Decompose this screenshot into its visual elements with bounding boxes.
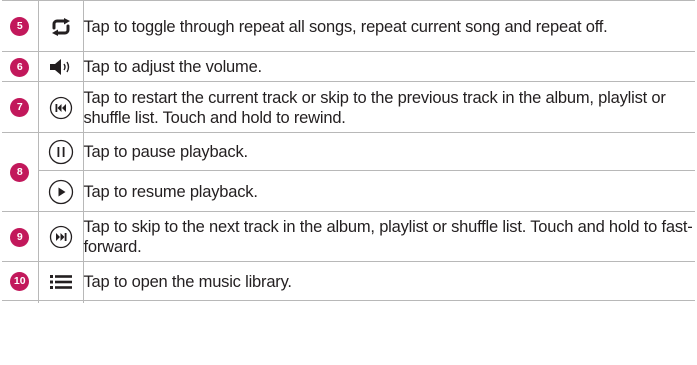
pause-icon: [48, 139, 74, 165]
table-row-pause: 8 Tap to pause playback.: [2, 134, 695, 182]
row-description: Tap to pause playback.: [83, 143, 249, 162]
row-number-badge: 10: [10, 272, 30, 292]
table-row-next: 9 Tap to skip to the next track in the a…: [2, 213, 695, 262]
table-row-volume: 6 Tap to adjust the volume.: [2, 53, 695, 82]
row-description: Tap to open the music library.: [83, 272, 293, 291]
row-number-badge: 9: [10, 227, 30, 247]
next-track-icon: [49, 225, 73, 249]
play-icon: [48, 179, 74, 205]
row-number-badge: 6: [10, 57, 30, 77]
table-row-play: Tap to resume playback.: [2, 173, 695, 211]
row-description: Tap to toggle through repeat all songs, …: [83, 17, 608, 36]
table-row-repeat: 5 Tap to toggle through repeat all songs…: [2, 3, 695, 51]
row-number-badge: 8: [10, 163, 30, 182]
row-number-badge: 5: [10, 17, 30, 37]
previous-track-icon: [49, 96, 73, 120]
row-number-badge: 7: [10, 98, 30, 118]
table-row-previous: 7 Tap to restart the current track or sk…: [2, 84, 695, 132]
volume-icon: [49, 59, 73, 76]
music-controls-table: 5 Tap to toggle through repeat all songs…: [2, 0, 695, 303]
row-description: Tap to skip to the next track in the alb…: [83, 218, 693, 257]
table-row-library: 10 Tap to open the music library.: [2, 264, 695, 300]
row-description: Tap to adjust the volume.: [83, 58, 263, 77]
row-description: Tap to resume playback.: [83, 182, 258, 201]
row-description: Tap to restart the current track or skip…: [83, 88, 666, 127]
table-bottom-edge: [2, 299, 695, 303]
music-library-icon: [49, 274, 72, 290]
repeat-icon: [50, 17, 72, 36]
